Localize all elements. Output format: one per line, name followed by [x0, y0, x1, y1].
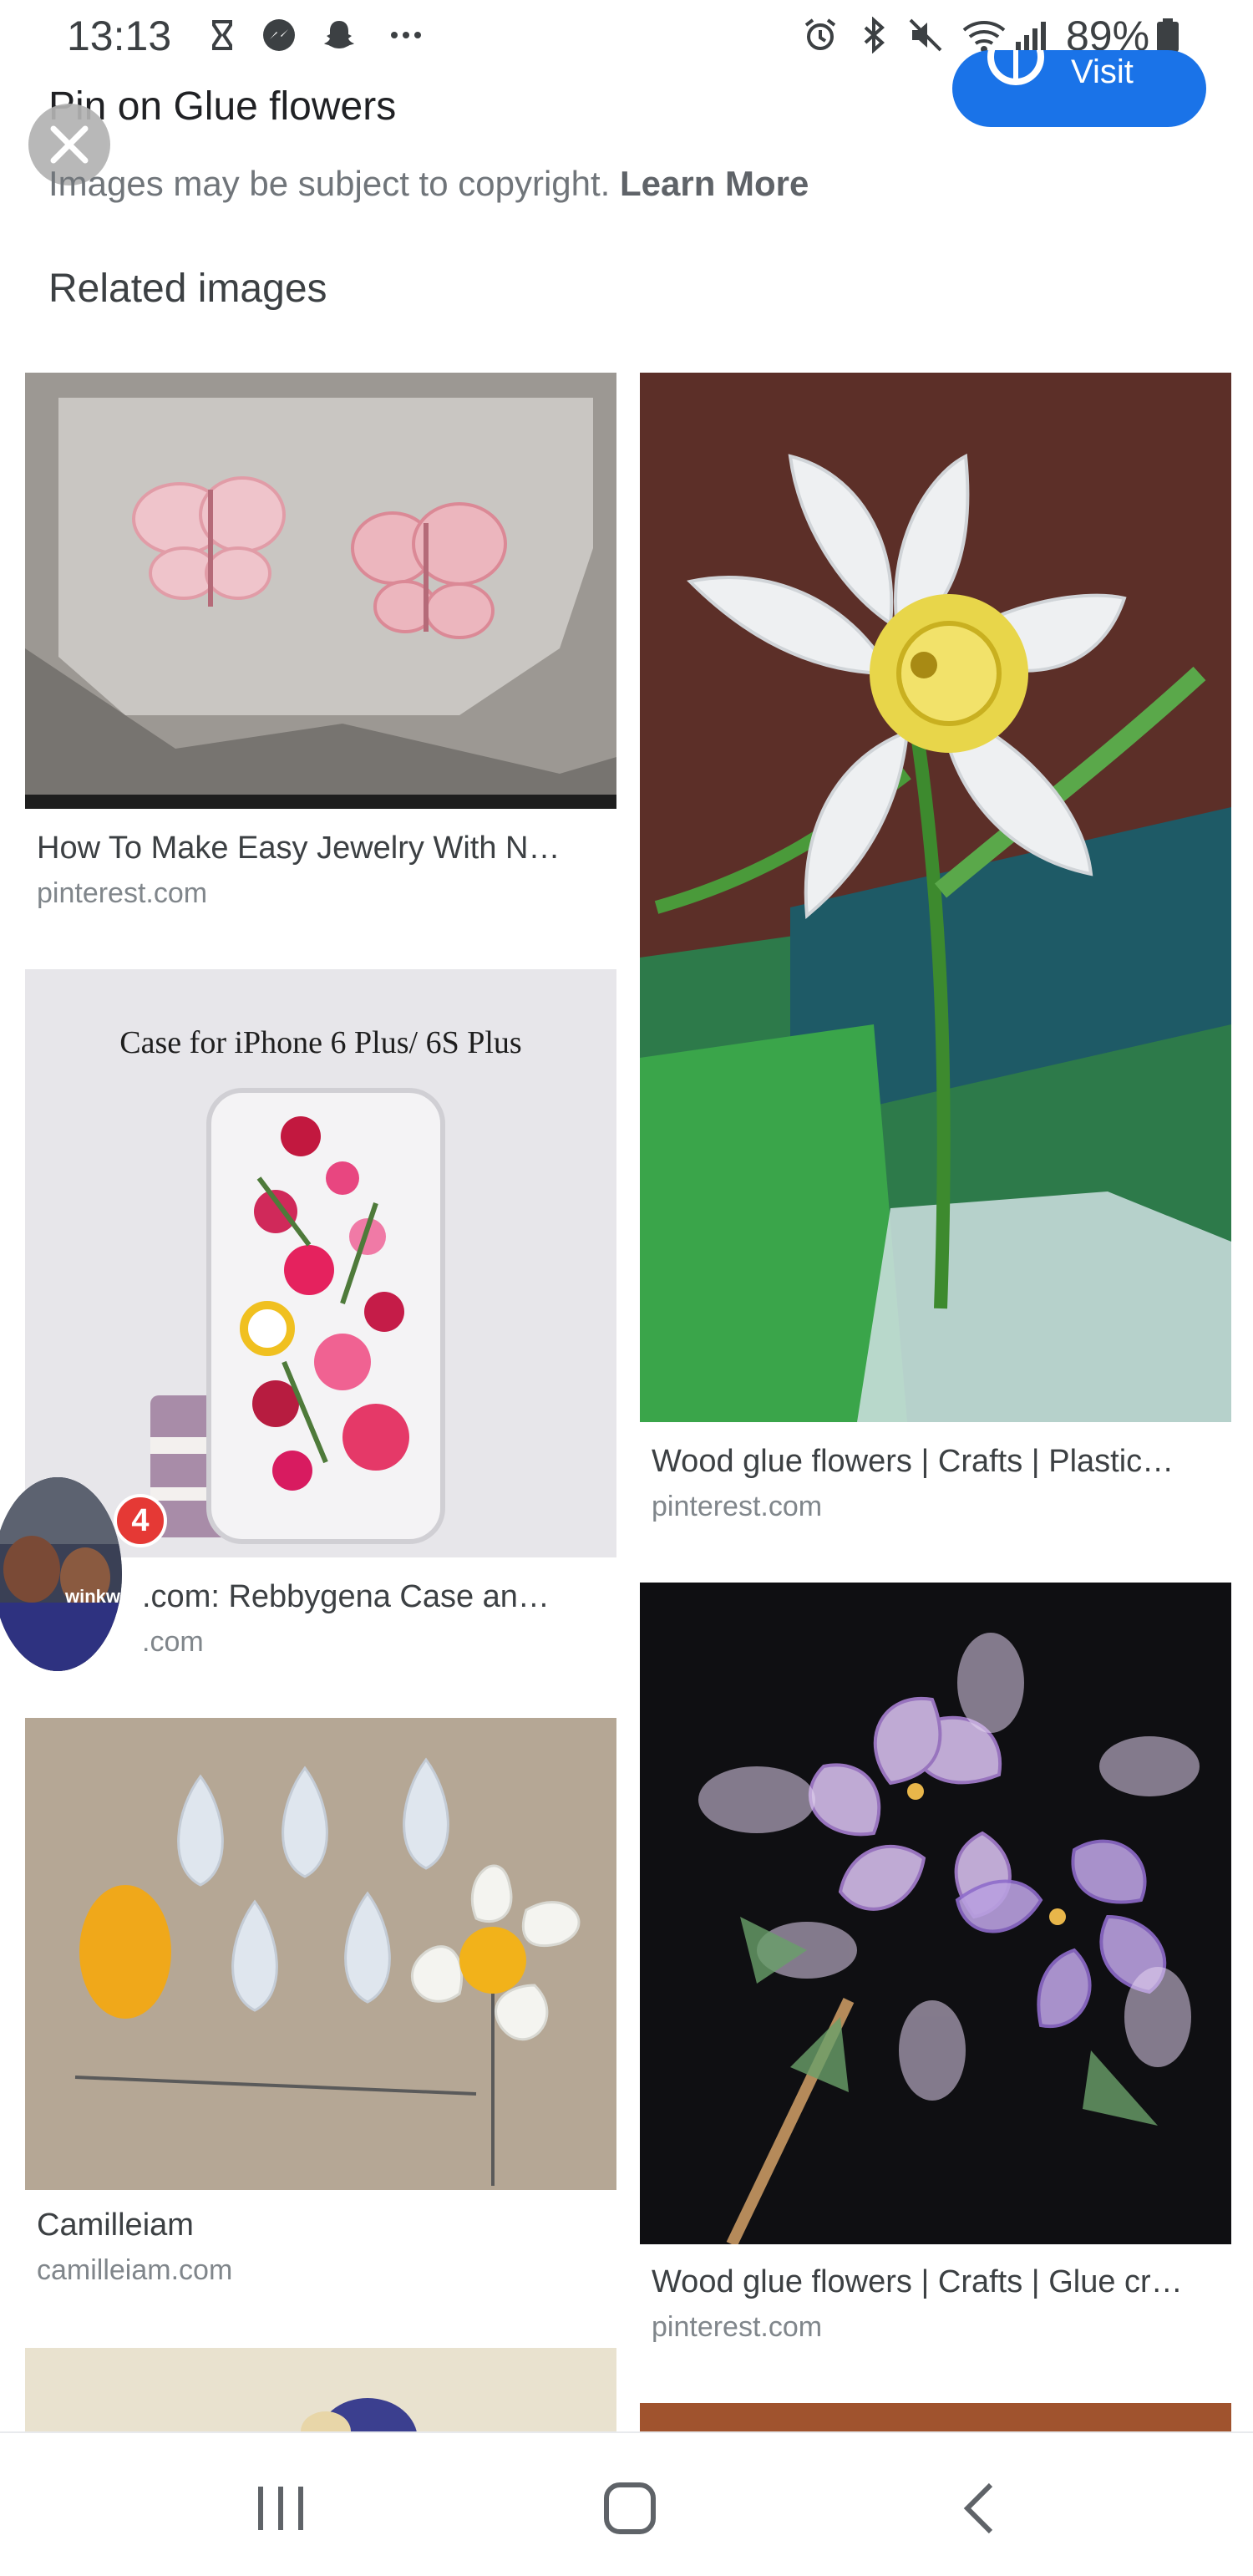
- related-image-tile[interactable]: [640, 2403, 1231, 2431]
- more-icon: [391, 32, 421, 38]
- tile-source: camilleiam.com: [37, 2254, 233, 2286]
- phone-case-image[interactable]: Case for iPhone 6 Plus/ 6S Plus: [25, 969, 616, 1557]
- tile-title: .com: Rebbygena Case an…: [142, 1579, 550, 1614]
- lilac-flowers-image[interactable]: [640, 1583, 1231, 2244]
- messenger-icon: [263, 19, 295, 51]
- signal-icon: [1016, 22, 1046, 50]
- related-image-tile[interactable]: How To Make Easy Jewelry With N… pintere…: [25, 373, 616, 909]
- bluetooth-icon: [864, 17, 885, 53]
- related-image-tile[interactable]: Camilleiam camilleiam.com: [25, 1718, 616, 2286]
- snapchat-icon: [324, 21, 354, 48]
- globe-icon: [987, 50, 1044, 85]
- copyright-notice: Images may be subject to copyright. Lear…: [48, 164, 809, 204]
- partial-image[interactable]: [25, 2348, 616, 2431]
- tile-title: Camilleiam: [37, 2208, 194, 2243]
- tile-title: Wood glue flowers | Crafts | Plastic…: [652, 1444, 1174, 1479]
- felt-petals-image[interactable]: [25, 1718, 616, 2190]
- chat-head-name: winkworth: [65, 1586, 122, 1607]
- tile-source: pinterest.com: [652, 1491, 823, 1522]
- visit-button[interactable]: Visit: [952, 50, 1206, 127]
- image-caption: Case for iPhone 6 Plus/ 6S Plus: [119, 1025, 521, 1060]
- related-image-tile[interactable]: [25, 2348, 616, 2431]
- home-icon[interactable]: [588, 2467, 672, 2550]
- daffodil-image[interactable]: [640, 373, 1231, 1422]
- status-time: 13:13: [67, 13, 172, 59]
- tile-source: pinterest.com: [652, 2311, 823, 2343]
- copyright-text: Images may be subject to copyright.: [48, 164, 620, 203]
- partial-image[interactable]: [640, 2403, 1231, 2431]
- related-image-tile[interactable]: Wood glue flowers | Crafts | Glue cr… pi…: [640, 1583, 1231, 2360]
- tile-source: pinterest.com: [37, 877, 208, 909]
- alarm-icon: [804, 18, 836, 50]
- chat-head[interactable]: winkworth 4: [0, 1477, 167, 1671]
- tile-source: .com: [142, 1626, 204, 1658]
- learn-more-link[interactable]: Learn More: [620, 164, 809, 203]
- hourglass-icon: [212, 20, 232, 50]
- recent-apps-icon[interactable]: [239, 2467, 322, 2550]
- back-icon[interactable]: [939, 2467, 1022, 2550]
- visit-label: Visit: [1071, 53, 1134, 90]
- chat-head-avatar[interactable]: winkworth: [0, 1477, 122, 1671]
- tile-title: How To Make Easy Jewelry With N…: [37, 831, 561, 866]
- navigation-bar: [0, 2431, 1253, 2576]
- battery-icon: [1157, 18, 1179, 52]
- related-images-heading: Related images: [48, 267, 327, 311]
- mute-icon: [909, 18, 942, 52]
- related-image-tile[interactable]: Wood glue flowers | Crafts | Plastic… pi…: [640, 373, 1231, 1526]
- butterflies-image[interactable]: [25, 373, 616, 809]
- tile-title: Wood glue flowers | Crafts | Glue cr…: [652, 2264, 1183, 2299]
- wifi-icon: [962, 21, 1006, 53]
- notification-badge: 4: [114, 1494, 167, 1547]
